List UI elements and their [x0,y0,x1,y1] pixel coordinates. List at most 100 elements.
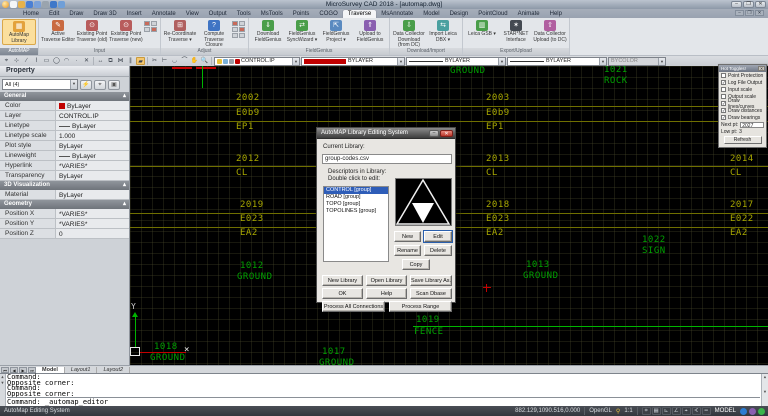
tab-nav-first-icon[interactable]: ⏮ [1,367,9,373]
select-objects-button[interactable]: ⌖ [94,80,106,90]
delete-button[interactable]: Delete [424,245,452,256]
scan-dbase-button[interactable]: Scan Dbase [410,288,452,299]
fieldgenius-syncwizard-button[interactable]: ⇄FieldGenius SyncWizard ▾ [285,19,319,43]
circle-icon[interactable]: ◯ [52,57,61,65]
tab-annotate[interactable]: Annotate [147,10,181,18]
checkbox-checked[interactable]: ✓ [721,101,726,106]
lwt-toggle-icon[interactable]: ━ [702,407,711,415]
tab-pointcloud[interactable]: PointCloud [473,10,512,18]
descriptor-item-topolines-group[interactable]: TOPOLINES [group] [324,208,388,215]
active-tool-icon[interactable]: ▰ [136,57,145,65]
re-coordinate-traverse-button[interactable]: ⊞Re-Coordinate Traverse ▾ [163,19,197,43]
tab-edit[interactable]: Edit [44,10,64,18]
extend-icon[interactable]: ⊢ [160,57,169,65]
descriptor-list[interactable]: CONTROL [group]ROAD [group]TOPO [group]T… [323,186,389,262]
automap-dialog-title-bar[interactable]: AutoMAP Library Editing System – ✕ [317,128,455,139]
tab-mstools[interactable]: MsTools [256,10,288,18]
small-tool-icon[interactable] [232,27,238,32]
point-icon[interactable]: ∙ [72,57,81,65]
toggle-input-scale[interactable]: Input scale [719,86,766,93]
polar-toggle-icon[interactable]: ∠ [672,407,681,415]
small-tool-icon[interactable] [144,21,150,26]
measure-icon[interactable]: ⌒ [180,57,189,65]
property-value[interactable]: ByLayer [56,121,129,130]
collapse-icon[interactable]: ▴ [123,181,126,190]
tab-msannotate[interactable]: MsAnnotate [376,10,418,18]
command-scrollbar[interactable]: ▲▼ [761,374,768,406]
download-fieldgenius-button[interactable]: ⇓Download FieldGenius [251,19,285,43]
tab-help[interactable]: Help [545,10,567,18]
toggle-draw-bearings[interactable]: ✓Draw bearings [719,114,766,121]
tab-insert[interactable]: Insert [122,10,147,18]
open-library-button[interactable]: Open Library [366,275,407,286]
tab-draw-3d[interactable]: Draw 3D [88,10,121,18]
tab-view[interactable]: View [181,10,204,18]
property-value[interactable]: 0 [56,229,129,238]
help-button[interactable]: Help [366,288,407,299]
model-space-toggle[interactable]: MODEL [715,408,736,414]
copy-button[interactable]: Copy [402,259,430,270]
toggle-point-protection[interactable]: Point Protection [719,72,766,79]
process-range-button[interactable]: Process Range [389,301,452,312]
tab-points[interactable]: Points [288,10,315,18]
fieldgenius-project-button[interactable]: ⇱FieldGenius Project ▾ [319,19,353,43]
tab-draw[interactable]: Draw [64,10,88,18]
doc-close-button[interactable]: ✕ [755,10,764,16]
property-value[interactable]: ByLayer [56,151,129,160]
pan-icon[interactable]: ✋ [190,57,199,65]
small-tool-icon[interactable] [232,33,238,38]
annotation-scale[interactable]: 1:1 [624,408,632,414]
process-all-connections-button[interactable]: Process All Connections [322,301,385,312]
property-value[interactable]: ByLayer [56,190,129,199]
hot-toggles-close-icon[interactable]: ✕ [758,66,765,71]
fillet-icon[interactable]: ◡ [170,57,179,65]
active-traverse-editor-button[interactable]: ✎Active Traverse Editor [41,19,75,43]
upload-to-fieldgenius-button[interactable]: ⇑Upload to FieldGenius [353,19,387,43]
erase-icon[interactable]: ✕ [82,57,91,65]
tab-tools[interactable]: Tools [232,10,256,18]
small-tool-icon[interactable] [144,27,150,32]
cloud-indicator-icon[interactable] [749,408,756,415]
leica-gsb-button[interactable]: ▥Leica GSB ▾ [465,19,499,38]
tab-nav-next-icon[interactable]: ▶ [19,367,27,373]
checkbox-checked[interactable]: ✓ [721,115,726,120]
property-value[interactable]: 1.000 [56,131,129,140]
linetype-dropdown[interactable]: BYLAYER▼ [406,57,506,66]
color-dropdown[interactable]: BYLAYER▼ [301,57,405,66]
automap-library-button[interactable]: ▦AutoMap Library [2,19,36,45]
property-value[interactable]: ByLayer [56,171,129,180]
dialog-close-icon[interactable]: ✕ [440,130,453,137]
tab-design[interactable]: Design [445,10,474,18]
small-tool-icon[interactable] [151,27,157,32]
new-library-button[interactable]: New Library [322,275,363,286]
checkbox-checked[interactable]: ✓ [721,80,726,85]
zoom-icon[interactable]: 🔍 [200,57,209,65]
command-window-splitter[interactable]: ▲▼ [0,374,6,406]
lineweight-dropdown[interactable]: BYLAYER▼ [507,57,607,66]
plot-style-dropdown[interactable]: BYCOLOR▼ [608,57,666,66]
descriptor-item-control-group[interactable]: CONTROL [group] [324,187,388,194]
minimize-button[interactable]: – [731,1,742,8]
pickadd-toggle-button[interactable]: ▣ [108,80,120,90]
tab-traverse[interactable]: Traverse [343,10,376,18]
descriptor-item-road-group[interactable]: ROAD [group] [324,194,388,201]
ortho-toggle-icon[interactable]: ⊾ [662,407,671,415]
small-tool-icon[interactable] [232,21,238,26]
refresh-button[interactable]: Refresh [724,136,762,144]
star-net-interface-button[interactable]: ✶STAR*NET Interface [499,19,533,43]
edit-button[interactable]: Edit [424,231,452,242]
toggle-draw-lines-curves[interactable]: ✓Draw lines/curves [719,100,766,107]
tab-model[interactable]: Model [418,10,444,18]
trim-icon[interactable]: ✂ [150,57,159,65]
layout-tab-layout2[interactable]: Layout2 [97,367,130,373]
select-icon[interactable]: ⌖ [2,57,11,65]
checkbox-unchecked[interactable] [721,94,726,99]
import-leica-dbx-button[interactable]: ⇆Import Leica DBX ▾ [426,19,460,43]
section-3d-visualization[interactable]: 3D Visualization▴ [0,181,129,190]
data-collector-download-from-dc-button[interactable]: ⇩Data Collector Download (from DC) [392,19,426,49]
layout-tab-model[interactable]: Model [36,367,65,373]
doc-minimize-button[interactable]: – [735,10,744,16]
property-value[interactable]: *VARIES* [56,161,129,170]
existing-point-traverse-old-button[interactable]: ⊙Existing Point Traverse (old) [75,19,109,43]
toggle-draw-distances[interactable]: ✓Draw distances [719,107,766,114]
